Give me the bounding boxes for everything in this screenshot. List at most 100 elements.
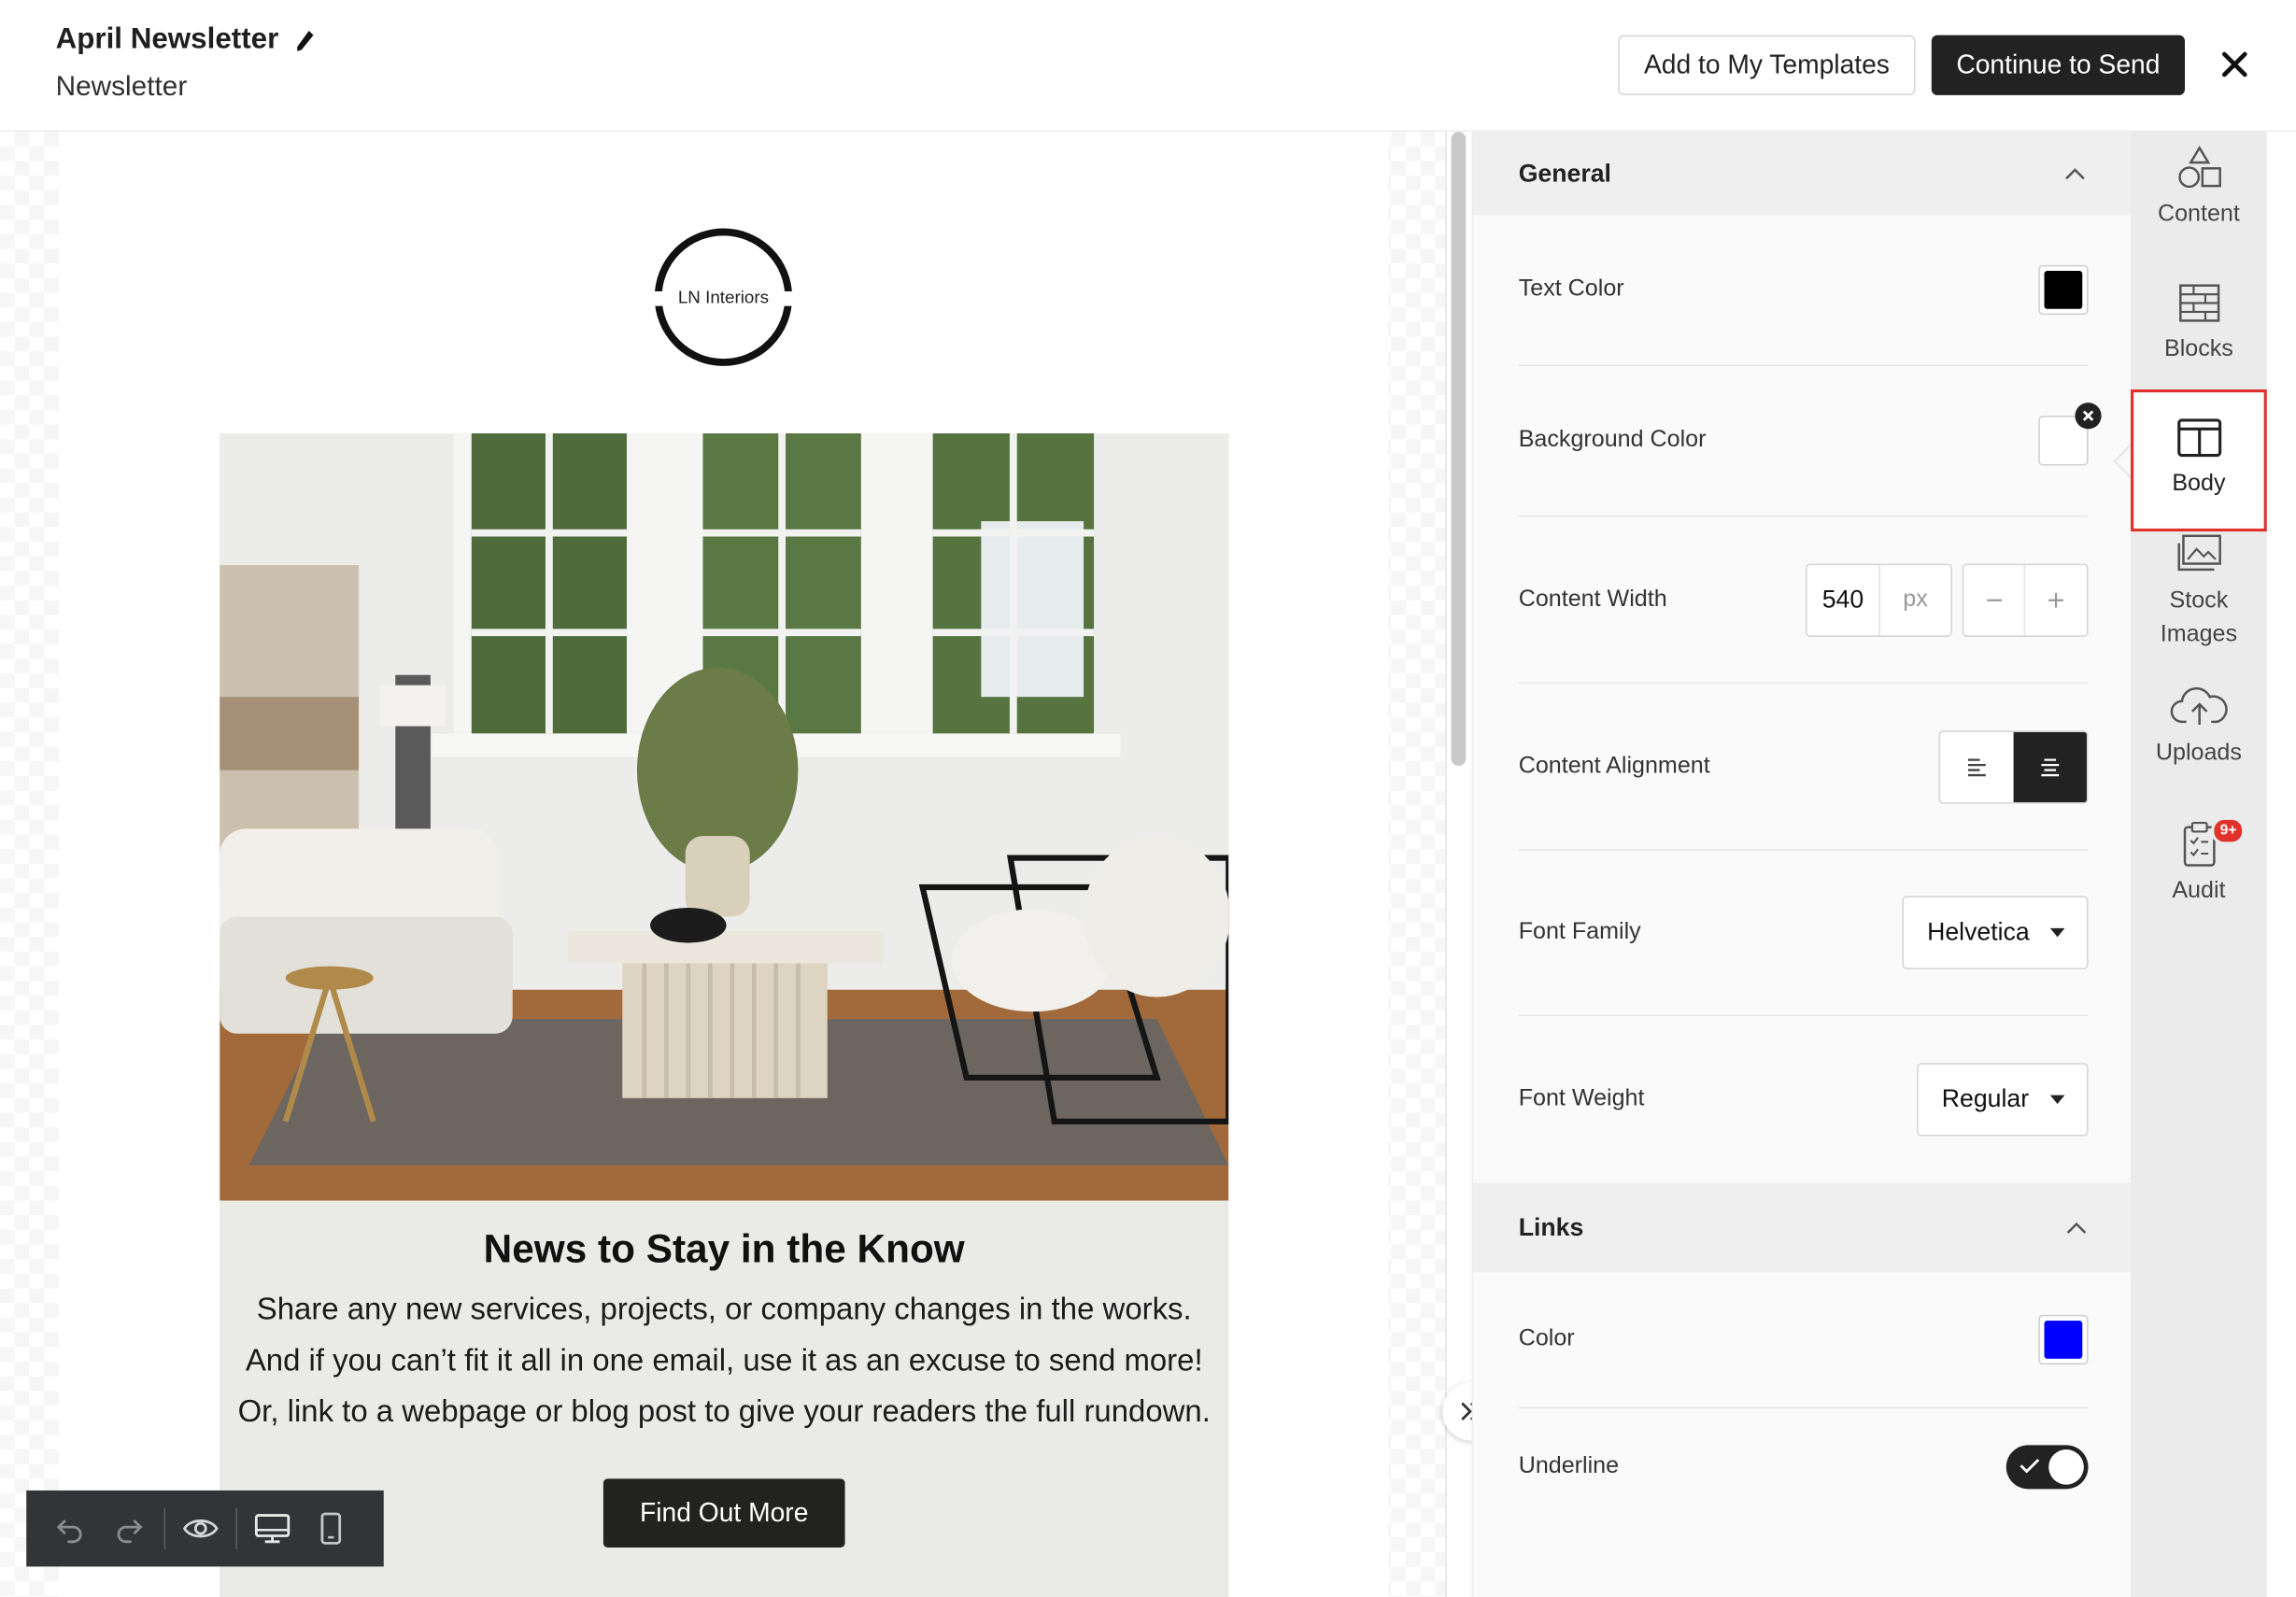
font-family-label: Font Family (1518, 919, 1641, 945)
pencil-icon[interactable] (293, 29, 317, 52)
font-family-row: Font Family Helvetica (1518, 851, 2089, 1016)
chevron-up-icon[interactable] (2064, 1221, 2088, 1236)
font-weight-select[interactable]: Regular (1917, 1063, 2089, 1137)
content-width-label: Content Width (1518, 586, 1667, 612)
underline-row: Underline (1519, 1408, 2089, 1525)
content-width-control: 540 px (1805, 562, 2089, 637)
content-width-value[interactable]: 540 (1807, 564, 1880, 635)
plus-icon (2048, 592, 2063, 607)
font-weight-label: Font Weight (1518, 1086, 1645, 1111)
nav-label-stock-images: Stock Images (2160, 588, 2238, 647)
nav-item-body[interactable]: Body (2131, 389, 2267, 532)
toggle-knob (2048, 1449, 2084, 1485)
alignment-toggle-group (1938, 729, 2089, 803)
nav-label-uploads: Uploads (2155, 741, 2242, 766)
toolbar-divider (163, 1507, 166, 1549)
canvas-scrollbar[interactable] (1451, 132, 1467, 766)
scroll-track (1445, 132, 1447, 1597)
top-header: April Newsletter Newsletter Add to My Te… (0, 0, 2296, 133)
nav-label-audit: Audit (2172, 878, 2226, 904)
text-color-row: Text Color (1518, 215, 2089, 366)
nav-item-uploads[interactable]: Uploads (2131, 683, 2267, 768)
content-width-stepper (1962, 562, 2089, 637)
links-section-header[interactable]: Links (1473, 1182, 2133, 1273)
background-color-label: Background Color (1518, 427, 1707, 453)
font-weight-row: Font Weight Regular (1519, 1016, 2089, 1183)
company-logo[interactable]: LN Interiors (650, 228, 797, 366)
content-width-unit: px (1903, 586, 1928, 612)
general-section-title: General (1518, 159, 1611, 187)
nav-label-content: Content (2157, 202, 2240, 227)
align-left-icon (1967, 757, 1986, 776)
link-color-swatch[interactable] (2038, 1314, 2089, 1365)
nav-item-content[interactable]: Content (2131, 144, 2267, 229)
body-layout-icon (2176, 418, 2221, 458)
preview-eye-icon[interactable] (177, 1505, 224, 1552)
logo-text: LN Interiors (677, 287, 770, 308)
close-icon[interactable] (2217, 47, 2252, 82)
nav-label-body: Body (2172, 471, 2226, 497)
nav-item-stock-images[interactable]: Stock Images (2131, 531, 2267, 652)
chevron-up-icon[interactable] (2063, 166, 2087, 181)
redo-icon[interactable] (106, 1505, 152, 1552)
align-left-button[interactable] (1940, 731, 2014, 802)
background-color-control (2038, 403, 2102, 466)
text-color-label: Text Color (1518, 276, 1624, 302)
toolbar-divider (235, 1507, 237, 1549)
email-heading[interactable]: News to Stay in the Know (220, 1227, 1228, 1273)
email-body-text[interactable]: Share any new services, projects, or com… (237, 1284, 1212, 1438)
nav-item-blocks[interactable]: Blocks (2131, 278, 2267, 363)
content-alignment-label: Content Alignment (1518, 753, 1710, 779)
clear-color-icon[interactable] (2074, 402, 2103, 431)
email-body[interactable]: LN Interiors News to Stay in the Know Sh… (58, 132, 1389, 1597)
nav-label-blocks: Blocks (2163, 336, 2233, 362)
add-to-templates-button[interactable]: Add to My Templates (1618, 35, 1916, 95)
align-center-icon (2041, 757, 2060, 776)
continue-to-send-button[interactable]: Continue to Send (1931, 35, 2186, 95)
general-section-header[interactable]: General (1473, 132, 2132, 216)
align-center-button[interactable] (2013, 731, 2087, 802)
font-family-select[interactable]: Helvetica (1902, 896, 2089, 969)
email-canvas: LN Interiors News to Stay in the Know Sh… (0, 132, 1447, 1597)
underline-label: Underline (1518, 1453, 1620, 1479)
background-color-row: Background Color (1518, 366, 2102, 517)
minus-icon (1986, 598, 2002, 601)
page-title: April Newsletter (56, 23, 317, 57)
content-width-row: Content Width 540 px (1518, 516, 2089, 685)
campaign-type: Newsletter (55, 71, 188, 103)
settings-panel: General Text Color Background Color Cont… (1471, 132, 2133, 1597)
right-sidebar: Content Blocks Body Stock Images Uploads… (2131, 132, 2267, 1597)
links-section-title: Links (1518, 1212, 1584, 1241)
undo-icon[interactable] (47, 1505, 93, 1552)
mobile-view-icon[interactable] (307, 1505, 354, 1552)
panel-pointer (2113, 444, 2132, 479)
desktop-view-icon[interactable] (249, 1505, 296, 1552)
caret-down-icon (2049, 927, 2065, 938)
font-family-value: Helvetica (1927, 917, 2030, 946)
font-weight-value: Regular (1941, 1084, 2030, 1113)
find-out-more-button[interactable]: Find Out More (602, 1478, 845, 1548)
increment-button[interactable] (2025, 564, 2087, 634)
cloud-upload-icon (2169, 686, 2227, 726)
campaign-name: April Newsletter (55, 23, 279, 56)
blocks-icon (2178, 284, 2219, 322)
decrement-button[interactable] (1963, 564, 2026, 635)
audit-icon-wrap: 9+ (2131, 816, 2267, 869)
living-room-image (220, 433, 1229, 1201)
caret-down-icon (2049, 1095, 2064, 1105)
stock-images-icon (2176, 534, 2221, 572)
content-alignment-row: Content Alignment (1518, 684, 2089, 851)
shapes-icon (2177, 145, 2221, 189)
audit-badge: 9+ (2211, 816, 2246, 845)
text-color-swatch[interactable] (2038, 264, 2089, 316)
link-color-label: Color (1518, 1326, 1575, 1351)
check-icon (2020, 1458, 2040, 1474)
title-area: April Newsletter Newsletter (56, 23, 317, 104)
content-width-input[interactable]: 540 px (1805, 562, 1952, 637)
editor-toolbar (26, 1490, 384, 1567)
nav-item-audit[interactable]: 9+ Audit (2131, 816, 2267, 905)
hero-image[interactable] (220, 433, 1229, 1201)
email-editor: April Newsletter Newsletter Add to My Te… (0, 0, 2296, 1597)
link-color-row: Color (1518, 1272, 2089, 1409)
underline-toggle[interactable] (2005, 1445, 2089, 1490)
